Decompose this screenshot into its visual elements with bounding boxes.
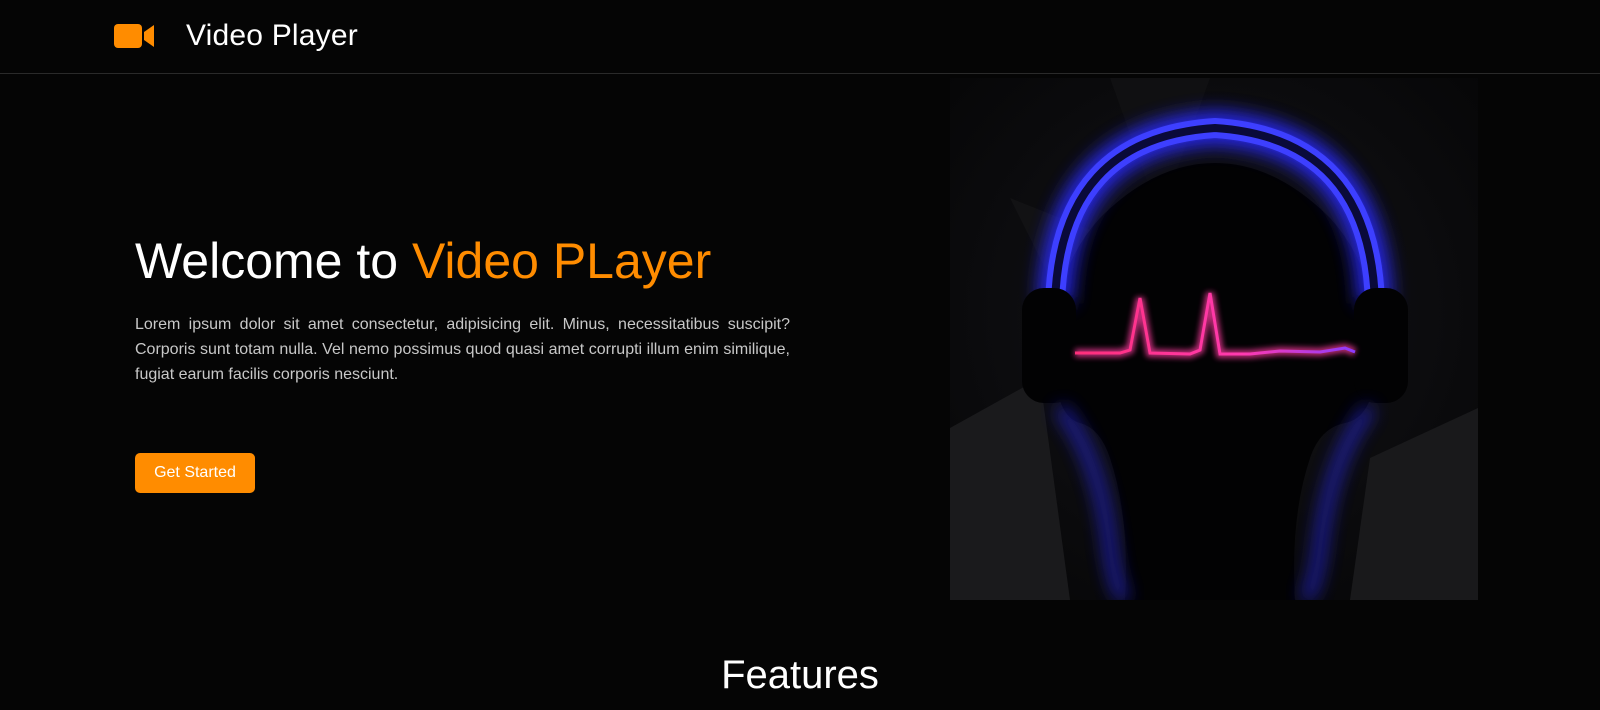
hero-title-prefix: Welcome to <box>135 233 412 289</box>
features-heading: Features <box>721 653 879 697</box>
navbar: Video Player <box>0 0 1600 74</box>
brand-link[interactable]: Video Player <box>114 16 358 56</box>
video-camera-icon <box>114 22 156 50</box>
hero-content: Welcome to Video PLayer Lorem ipsum dolo… <box>135 230 790 387</box>
headphones-neon-illustration <box>950 78 1478 600</box>
hero-description: Lorem ipsum dolor sit amet consectetur, … <box>135 316 790 383</box>
brand-title: Video Player <box>186 19 358 52</box>
page: Video Player Welcome to Video PLayer Lor… <box>0 0 1600 710</box>
hero-title-accent: Video PLayer <box>411 233 712 289</box>
get-started-button[interactable]: Get Started <box>135 453 255 493</box>
hero-title: Welcome to Video PLayer <box>135 230 790 292</box>
hero-image <box>950 78 1478 600</box>
